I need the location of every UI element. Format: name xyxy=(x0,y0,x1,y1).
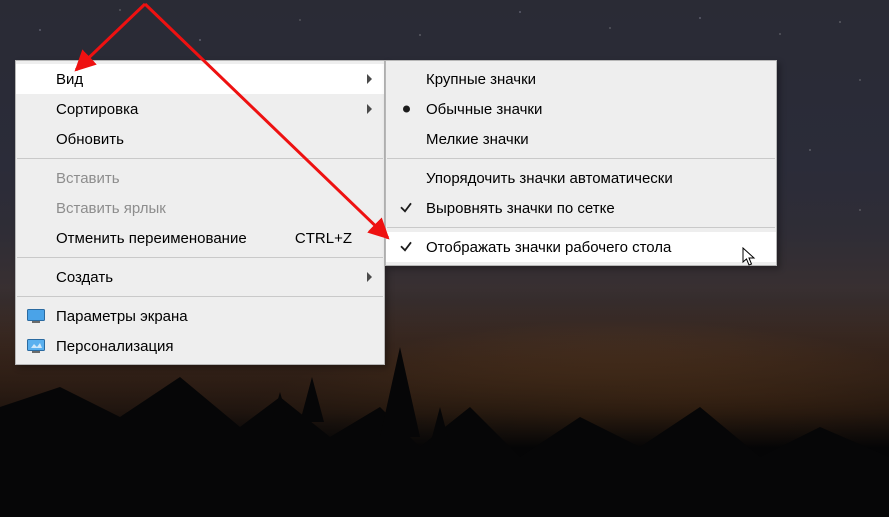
menu-item-label: Вставить xyxy=(56,170,120,187)
menu-item-label: Мелкие значки xyxy=(426,131,529,148)
submenu-item-medium-icons[interactable]: Обычные значки xyxy=(386,94,776,124)
check-icon xyxy=(399,239,413,253)
menu-item-label: Сортировка xyxy=(56,101,138,118)
menu-separator xyxy=(387,158,775,159)
check-icon xyxy=(399,200,413,214)
menu-item-label: Вид xyxy=(56,71,83,88)
menu-item-label: Вставить ярлык xyxy=(56,200,166,217)
monitor-icon xyxy=(27,309,45,323)
menu-item-label: Упорядочить значки автоматически xyxy=(426,170,673,187)
menu-item-label: Персонализация xyxy=(56,338,174,355)
menu-item-create[interactable]: Создать xyxy=(16,262,384,292)
menu-item-shortcut: CTRL+Z xyxy=(295,230,352,247)
radio-bullet-icon xyxy=(403,106,410,113)
menu-item-view[interactable]: Вид xyxy=(16,64,384,94)
menu-item-label: Выровнять значки по сетке xyxy=(426,200,615,217)
menu-separator xyxy=(17,296,383,297)
submenu-item-show-desktop-icons[interactable]: Отображать значки рабочего стола xyxy=(386,232,776,262)
menu-separator xyxy=(17,257,383,258)
desktop-context-menu: Вид Сортировка Обновить Вставить Вставит… xyxy=(15,60,385,365)
menu-item-label: Отображать значки рабочего стола xyxy=(426,239,671,256)
menu-item-label: Обновить xyxy=(56,131,124,148)
menu-item-label: Параметры экрана xyxy=(56,308,188,325)
submenu-item-small-icons[interactable]: Мелкие значки xyxy=(386,124,776,154)
menu-separator xyxy=(387,227,775,228)
menu-item-undo-rename[interactable]: Отменить переименование CTRL+Z xyxy=(16,223,384,253)
submenu-item-large-icons[interactable]: Крупные значки xyxy=(386,64,776,94)
view-submenu: Крупные значки Обычные значки Мелкие зна… xyxy=(385,60,777,266)
menu-item-label: Отменить переименование xyxy=(56,230,247,247)
menu-item-sort[interactable]: Сортировка xyxy=(16,94,384,124)
menu-item-label: Создать xyxy=(56,269,113,286)
submenu-item-align-grid[interactable]: Выровнять значки по сетке xyxy=(386,193,776,223)
personalize-icon xyxy=(27,339,45,353)
menu-item-display-settings[interactable]: Параметры экрана xyxy=(16,301,384,331)
menu-item-refresh[interactable]: Обновить xyxy=(16,124,384,154)
menu-item-label: Обычные значки xyxy=(426,101,542,118)
menu-item-personalization[interactable]: Персонализация xyxy=(16,331,384,361)
submenu-item-auto-arrange[interactable]: Упорядочить значки автоматически xyxy=(386,163,776,193)
menu-separator xyxy=(17,158,383,159)
menu-item-label: Крупные значки xyxy=(426,71,536,88)
menu-item-paste: Вставить xyxy=(16,163,384,193)
menu-item-paste-shortcut: Вставить ярлык xyxy=(16,193,384,223)
